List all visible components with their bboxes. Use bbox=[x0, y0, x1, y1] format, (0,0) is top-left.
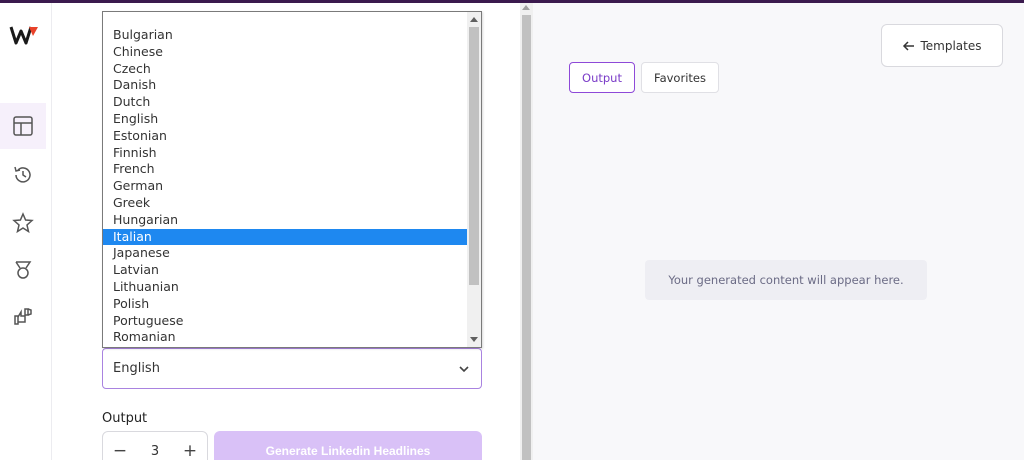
output-count-value[interactable]: 3 bbox=[151, 444, 159, 459]
language-options: Bulgarian Chinese Czech Danish Dutch English E… bbox=[103, 27, 467, 346]
language-option[interactable]: German bbox=[103, 178, 467, 195]
language-option[interactable]: Portuguese bbox=[103, 313, 467, 330]
language-option[interactable]: Lithuanian bbox=[103, 279, 467, 296]
language-option[interactable]: Dutch bbox=[103, 94, 467, 111]
feedback-icon bbox=[14, 308, 32, 325]
language-select[interactable]: English bbox=[102, 348, 482, 389]
page-scrollbar-thumb[interactable] bbox=[522, 15, 531, 460]
language-option[interactable]: Italian bbox=[103, 228, 467, 246]
templates-layout-icon bbox=[13, 116, 33, 136]
templates-button-label: Templates bbox=[920, 38, 982, 53]
language-option[interactable]: Chinese bbox=[103, 44, 467, 61]
output-count-label: Output bbox=[102, 411, 148, 426]
templates-button[interactable]: Templates bbox=[881, 24, 1003, 67]
language-option[interactable]: Greek bbox=[103, 195, 467, 212]
rail-item-feedback[interactable] bbox=[0, 293, 46, 339]
language-option[interactable]: Estonian bbox=[103, 128, 467, 145]
language-option[interactable]: English bbox=[103, 111, 467, 128]
language-option[interactable]: Finnish bbox=[103, 145, 467, 162]
language-dropdown-list[interactable]: Bulgarian Chinese Czech Danish Dutch English E… bbox=[102, 11, 482, 348]
language-option[interactable]: Czech bbox=[103, 61, 467, 78]
page-scrollbar[interactable] bbox=[520, 3, 533, 460]
language-select-value: English bbox=[113, 361, 160, 376]
dropdown-scrollbar[interactable] bbox=[467, 12, 481, 347]
chevron-down-icon bbox=[459, 365, 469, 372]
language-option[interactable]: Danish bbox=[103, 77, 467, 94]
rail-item-templates[interactable] bbox=[0, 103, 46, 149]
language-option[interactable]: Japanese bbox=[103, 245, 467, 262]
language-option[interactable]: French bbox=[103, 161, 467, 178]
rail-item-awards[interactable] bbox=[0, 247, 46, 293]
language-option[interactable]: Latvian bbox=[103, 262, 467, 279]
page-scroll-up-arrow-icon[interactable] bbox=[522, 5, 530, 10]
brand-logo[interactable] bbox=[9, 23, 39, 47]
output-count-stepper: − 3 + bbox=[102, 431, 208, 460]
output-placeholder: Your generated content will appear here. bbox=[645, 260, 927, 300]
rail-item-favorites[interactable] bbox=[0, 200, 46, 246]
decrement-button[interactable]: − bbox=[112, 443, 128, 460]
dropdown-scrollbar-thumb[interactable] bbox=[469, 27, 479, 285]
tab-output[interactable]: Output bbox=[569, 62, 635, 93]
increment-button[interactable]: + bbox=[182, 443, 198, 460]
left-rail bbox=[0, 3, 52, 460]
scroll-up-arrow-icon[interactable] bbox=[470, 17, 478, 22]
award-icon bbox=[15, 261, 32, 279]
language-option[interactable]: Romanian bbox=[103, 329, 467, 346]
history-icon bbox=[14, 166, 31, 183]
generate-button[interactable]: Generate Linkedin Headlines bbox=[214, 431, 482, 460]
language-option[interactable]: Hungarian bbox=[103, 212, 467, 229]
language-option[interactable]: Bulgarian bbox=[103, 27, 467, 44]
star-icon bbox=[12, 212, 34, 234]
scroll-down-arrow-icon[interactable] bbox=[470, 337, 478, 342]
language-option[interactable]: Polish bbox=[103, 296, 467, 313]
arrow-left-icon bbox=[903, 40, 915, 51]
rail-item-history[interactable] bbox=[0, 152, 46, 198]
tab-favorites[interactable]: Favorites bbox=[641, 62, 719, 93]
